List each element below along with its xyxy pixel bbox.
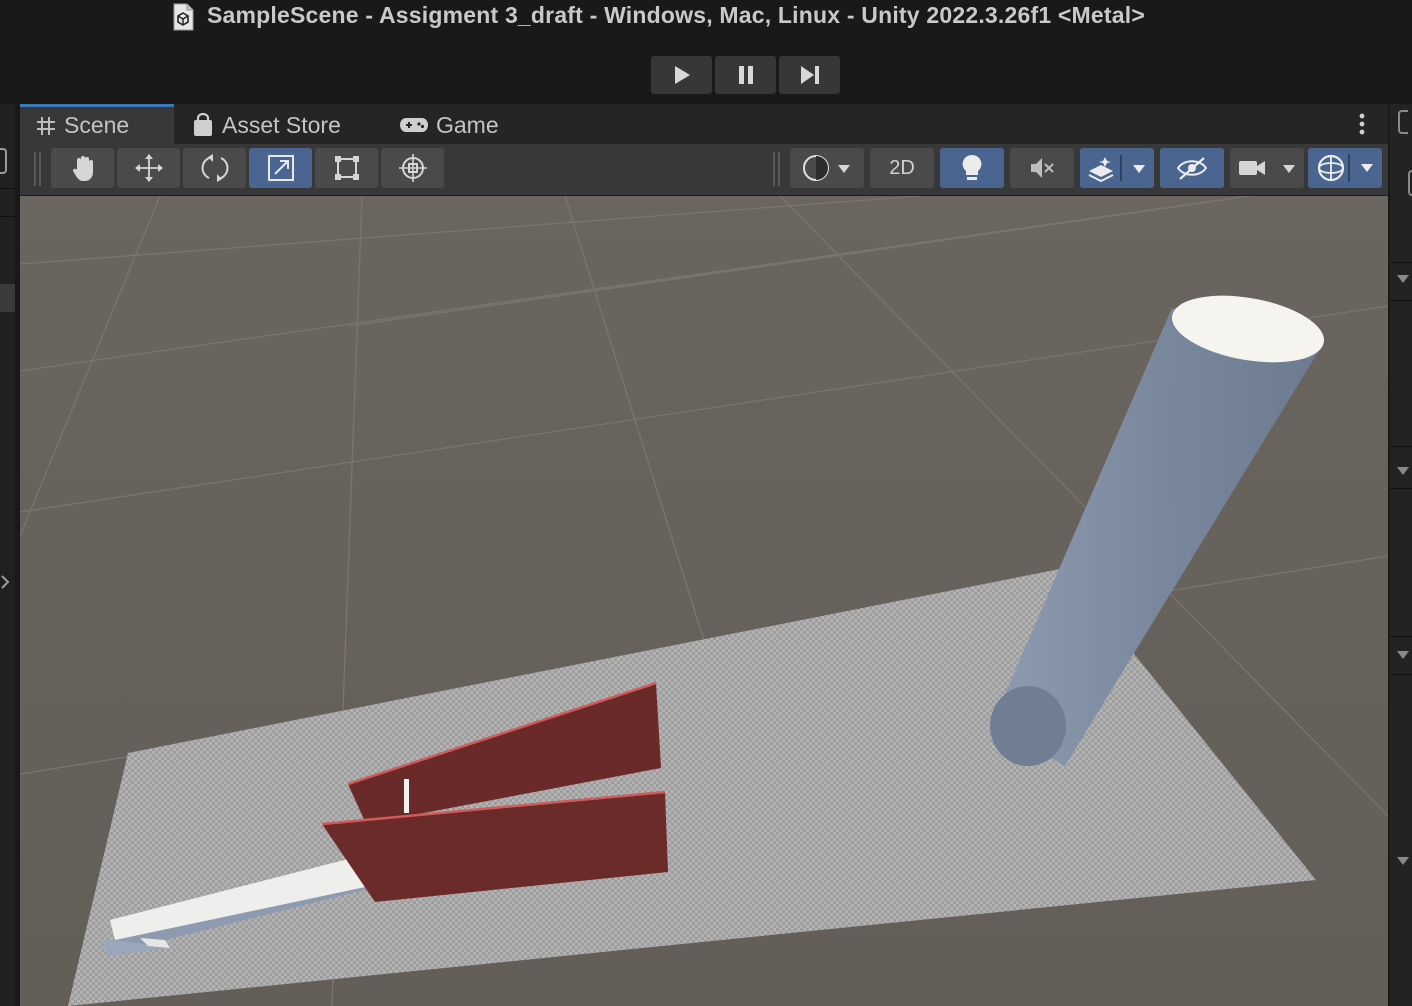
chevron-down-icon[interactable]: [1396, 856, 1410, 866]
chevron-down-icon[interactable]: [1396, 466, 1410, 476]
hand-tool-icon: [72, 156, 93, 181]
rect-tool-button[interactable]: [315, 148, 378, 188]
scene-viewport[interactable]: [20, 196, 1388, 1006]
step-button[interactable]: [779, 56, 840, 94]
tab-scene-label: Scene: [64, 112, 130, 138]
right-panel-edge: [1390, 104, 1412, 1006]
toggle-2d-label: 2D: [889, 156, 915, 179]
left-panel-selection: [0, 284, 15, 312]
scene-lighting-button[interactable]: [940, 148, 1004, 188]
scene-window: Scene Asset Store Game 2D: [20, 104, 1388, 1006]
window-title: SampleScene - Assigment 3_draft - Window…: [207, 2, 1145, 28]
transform-tool-button[interactable]: [381, 148, 444, 188]
transform-tool-icon: [398, 154, 427, 182]
toolbar-grip[interactable]: [34, 152, 41, 186]
move-tool-button[interactable]: [117, 148, 180, 188]
camera-icon: [1239, 161, 1295, 175]
lightbulb-icon: [962, 154, 982, 180]
toggle-2d-button[interactable]: 2D: [870, 148, 934, 188]
play-button[interactable]: [651, 56, 712, 94]
scene-effects-dropdown[interactable]: [1080, 148, 1154, 188]
tab-scene[interactable]: Scene: [20, 104, 174, 144]
tab-game-label: Game: [436, 111, 499, 138]
audio-muted-icon: [1031, 158, 1054, 178]
chevron-down-icon[interactable]: [1396, 274, 1410, 284]
play-icon: [674, 66, 690, 84]
scene-toolbar: 2D: [20, 144, 1388, 196]
tab-bar: Scene Asset Store Game: [20, 104, 1388, 144]
effects-icon: [1088, 155, 1145, 183]
rotate-tool-icon: [201, 154, 228, 182]
scale-tool-button[interactable]: [249, 148, 312, 188]
unity-document-icon: [173, 3, 194, 31]
tab-game[interactable]: Game: [400, 106, 499, 144]
toolbar-grip[interactable]: [773, 152, 780, 186]
scene-visibility-button[interactable]: [1160, 148, 1224, 188]
shopping-bag-icon: [194, 113, 212, 136]
scene-render: [20, 196, 1388, 1006]
pause-button[interactable]: [715, 56, 776, 94]
panel-expand-icon[interactable]: [1398, 110, 1408, 134]
hidden-eye-icon: [1176, 157, 1208, 180]
step-icon: [800, 66, 819, 84]
gizmo-globe-icon: [1317, 154, 1373, 182]
scale-tool-icon: [267, 155, 294, 181]
pause-icon: [738, 66, 753, 84]
title-bar: SampleScene - Assigment 3_draft - Window…: [0, 0, 1412, 104]
gizmos-dropdown[interactable]: [1308, 148, 1382, 188]
scene-camera-dropdown[interactable]: [1230, 148, 1304, 188]
more-options-icon[interactable]: [1354, 112, 1370, 138]
rect-tool-icon: [334, 156, 359, 180]
play-controls: [651, 56, 841, 94]
chevron-right-icon[interactable]: [0, 574, 10, 590]
scene-audio-button[interactable]: [1010, 148, 1074, 188]
grid-icon: [37, 116, 55, 135]
panel-collapse-icon[interactable]: [0, 148, 7, 174]
left-panel-edge: [0, 104, 15, 1006]
shading-mode-icon: [803, 155, 850, 181]
chevron-down-icon[interactable]: [1396, 650, 1410, 660]
rotate-tool-button[interactable]: [183, 148, 246, 188]
gamepad-icon: [400, 118, 428, 132]
draw-mode-dropdown[interactable]: [790, 148, 864, 188]
tab-asset-store[interactable]: Asset Store: [192, 106, 341, 144]
panel-icon[interactable]: [1408, 170, 1412, 196]
move-tool-icon: [134, 154, 163, 182]
tab-asset-store-label: Asset Store: [222, 111, 341, 138]
hand-tool-button[interactable]: [51, 148, 114, 188]
